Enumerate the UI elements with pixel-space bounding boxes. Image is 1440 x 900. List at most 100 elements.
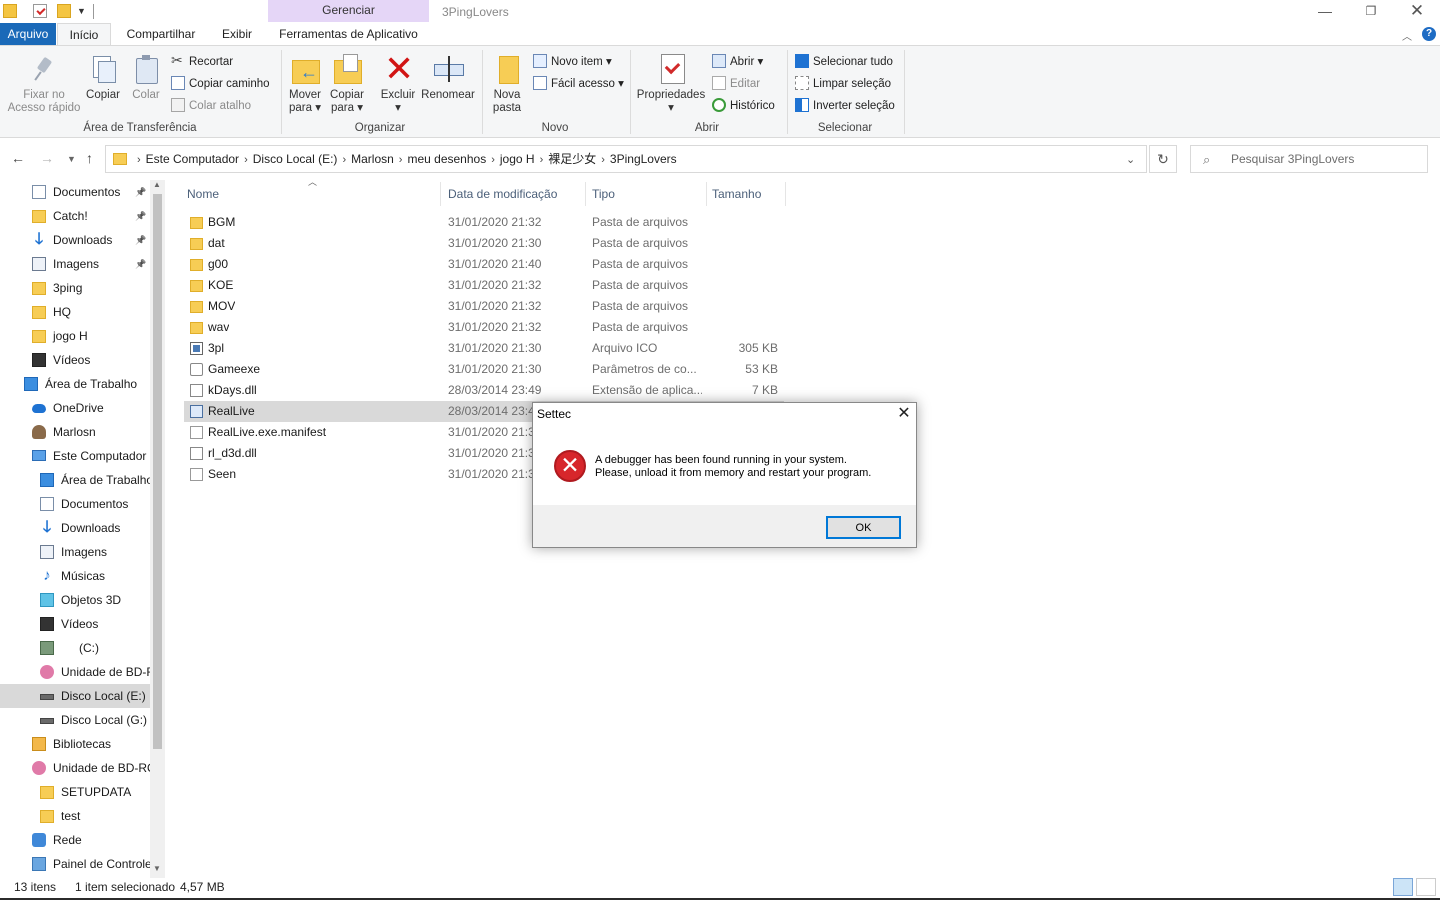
copy-path-button[interactable]: Copiar caminho: [171, 75, 270, 93]
navigation-pane-scrollbar[interactable]: ▲ ▼: [150, 180, 165, 878]
sidebar-item[interactable]: Documentos: [0, 492, 150, 516]
sidebar-item[interactable]: Unidade de BD-R: [0, 660, 150, 684]
file-row[interactable]: dat 31/01/2020 21:30 Pasta de arquivos: [184, 233, 784, 254]
cut-button[interactable]: Recortar: [171, 51, 233, 71]
column-divider[interactable]: [785, 182, 786, 206]
rename-button[interactable]: Renomear: [420, 54, 476, 102]
sidebar-item[interactable]: Catch! 📌: [0, 204, 150, 228]
sidebar-item[interactable]: Este Computador: [0, 444, 150, 468]
search-input[interactable]: [1231, 150, 1421, 168]
dialog-close-button[interactable]: ✕: [891, 403, 917, 427]
copy-button[interactable]: Copiar: [84, 54, 122, 102]
minimize-button[interactable]: —: [1302, 0, 1348, 24]
breadcrumb-chevron-icon[interactable]: ›: [540, 154, 544, 166]
breadcrumb-item[interactable]: jogo H: [500, 152, 535, 166]
new-folder-button[interactable]: Nova pasta: [488, 54, 526, 115]
address-bar[interactable]: › Este Computador › Disco Local (E:) › Marlos…: [105, 145, 1147, 173]
pin-quick-access-button[interactable]: Fixar no Acesso rápido: [6, 54, 82, 115]
address-history-chevron-icon[interactable]: ⌄: [1126, 153, 1135, 166]
paste-shortcut-button[interactable]: Colar atalho: [171, 97, 251, 115]
sidebar-item[interactable]: Disco Local (E:): [0, 684, 150, 708]
sidebar-item[interactable]: Painel de Controle: [0, 852, 150, 876]
breadcrumb-chevron-icon[interactable]: ›: [342, 154, 346, 166]
ok-button[interactable]: OK: [826, 516, 901, 539]
file-row[interactable]: 3pl 31/01/2020 21:30 Arquivo ICO 305 KB: [184, 338, 784, 359]
column-header-type[interactable]: Tipo: [592, 180, 615, 208]
file-row[interactable]: Gameexe 31/01/2020 21:30 Parâmetros de co.…: [184, 359, 784, 380]
sidebar-item[interactable]: Área de Trabalho: [0, 372, 150, 396]
close-window-button[interactable]: ✕: [1394, 0, 1440, 24]
sidebar-item[interactable]: Imagens 📌: [0, 252, 150, 276]
sidebar-item[interactable]: Rede: [0, 828, 150, 852]
file-row[interactable]: KOE 31/01/2020 21:32 Pasta de arquivos: [184, 275, 784, 296]
sidebar-item[interactable]: SETUPDATA: [0, 780, 150, 804]
paste-button[interactable]: Colar: [128, 54, 164, 102]
select-all-button[interactable]: Selecionar tudo: [795, 53, 893, 71]
breadcrumb-item[interactable]: Marlosn: [351, 152, 394, 166]
new-item-button[interactable]: Novo item ▾: [533, 53, 612, 71]
breadcrumb-chevron-icon[interactable]: ›: [491, 154, 495, 166]
help-icon[interactable]: ?: [1422, 27, 1436, 41]
invert-selection-button[interactable]: Inverter seleção: [795, 97, 895, 115]
breadcrumb-chevron-icon[interactable]: ›: [244, 154, 248, 166]
sidebar-item[interactable]: HQ: [0, 300, 150, 324]
breadcrumb-item[interactable]: 裸足少女: [548, 152, 596, 166]
breadcrumb-item[interactable]: 3PingLovers: [610, 152, 677, 166]
easy-access-button[interactable]: Fácil acesso ▾: [533, 75, 624, 93]
column-header-date[interactable]: Data de modificação: [448, 180, 557, 208]
tab-ferramentas-aplicativo[interactable]: Ferramentas de Aplicativo: [268, 23, 429, 45]
sidebar-item[interactable]: Marlosn: [0, 420, 150, 444]
column-header-size[interactable]: Tamanho: [712, 180, 761, 208]
file-row[interactable]: wav 31/01/2020 21:32 Pasta de arquivos: [184, 317, 784, 338]
sidebar-item[interactable]: Documentos 📌: [0, 180, 150, 204]
quick-access-new-folder-icon[interactable]: [57, 4, 71, 18]
sidebar-item[interactable]: Objetos 3D: [0, 588, 150, 612]
sidebar-item[interactable]: jogo H: [0, 324, 150, 348]
sidebar-item[interactable]: Disco Local (G:): [0, 708, 150, 732]
sidebar-item[interactable]: Vídeos: [0, 348, 150, 372]
scroll-up-chevron-icon[interactable]: ▲: [153, 180, 161, 189]
copy-to-button[interactable]: Copiar para ▾: [328, 54, 366, 115]
move-to-button[interactable]: Mover para ▾: [286, 54, 324, 115]
column-divider[interactable]: [706, 182, 707, 206]
scroll-down-chevron-icon[interactable]: ▼: [153, 864, 161, 873]
sidebar-item[interactable]: Imagens: [0, 540, 150, 564]
recent-locations-chevron-icon[interactable]: ▼: [67, 154, 76, 164]
sidebar-item[interactable]: Bibliotecas: [0, 732, 150, 756]
quick-access-folder-icon[interactable]: [3, 4, 17, 18]
maximize-button[interactable]: ❐: [1348, 0, 1394, 24]
edit-button[interactable]: Editar: [712, 75, 760, 93]
tab-compartilhar[interactable]: Compartilhar: [116, 23, 206, 45]
sidebar-item[interactable]: test: [0, 804, 150, 828]
scrollbar-thumb[interactable]: [153, 194, 162, 749]
search-box[interactable]: ⌕: [1190, 145, 1428, 173]
breadcrumb-chevron-icon[interactable]: ›: [137, 154, 141, 166]
quick-access-properties-icon[interactable]: [33, 4, 47, 18]
sidebar-item[interactable]: OneDrive: [0, 396, 150, 420]
sidebar-item[interactable]: 🡓 Downloads: [0, 516, 150, 540]
sidebar-item[interactable]: 🡓 Downloads 📌: [0, 228, 150, 252]
open-button[interactable]: Abrir ▾: [712, 53, 763, 71]
file-row[interactable]: MOV 31/01/2020 21:32 Pasta de arquivos: [184, 296, 784, 317]
breadcrumb-item[interactable]: Este Computador: [146, 152, 239, 166]
up-arrow-icon[interactable]: ↑: [86, 150, 93, 166]
details-view-button[interactable]: [1393, 878, 1413, 896]
tab-exibir[interactable]: Exibir: [213, 23, 261, 45]
tab-inicio[interactable]: Início: [57, 23, 111, 45]
column-header-name[interactable]: Nome: [187, 180, 219, 208]
forward-arrow-icon[interactable]: →: [40, 150, 54, 166]
sidebar-item[interactable]: ♪ Músicas: [0, 564, 150, 588]
file-row[interactable]: g00 31/01/2020 21:40 Pasta de arquivos: [184, 254, 784, 275]
delete-button[interactable]: ✕ Excluir ▾: [378, 51, 418, 115]
column-divider[interactable]: [440, 182, 441, 206]
properties-button[interactable]: Propriedades ▾: [636, 54, 706, 115]
quick-access-customize-chevron-icon[interactable]: ▼: [77, 6, 86, 16]
tab-arquivo[interactable]: Arquivo: [0, 23, 56, 45]
file-row[interactable]: BGM 31/01/2020 21:32 Pasta de arquivos: [184, 212, 784, 233]
history-button[interactable]: Histórico: [712, 97, 775, 115]
breadcrumb-item[interactable]: meu desenhos: [407, 152, 486, 166]
breadcrumb-chevron-icon[interactable]: ›: [601, 154, 605, 166]
ribbon-collapse-chevron-icon[interactable]: ︿: [1402, 28, 1412, 43]
select-none-button[interactable]: Limpar seleção: [795, 75, 891, 93]
breadcrumb-chevron-icon[interactable]: ›: [399, 154, 403, 166]
